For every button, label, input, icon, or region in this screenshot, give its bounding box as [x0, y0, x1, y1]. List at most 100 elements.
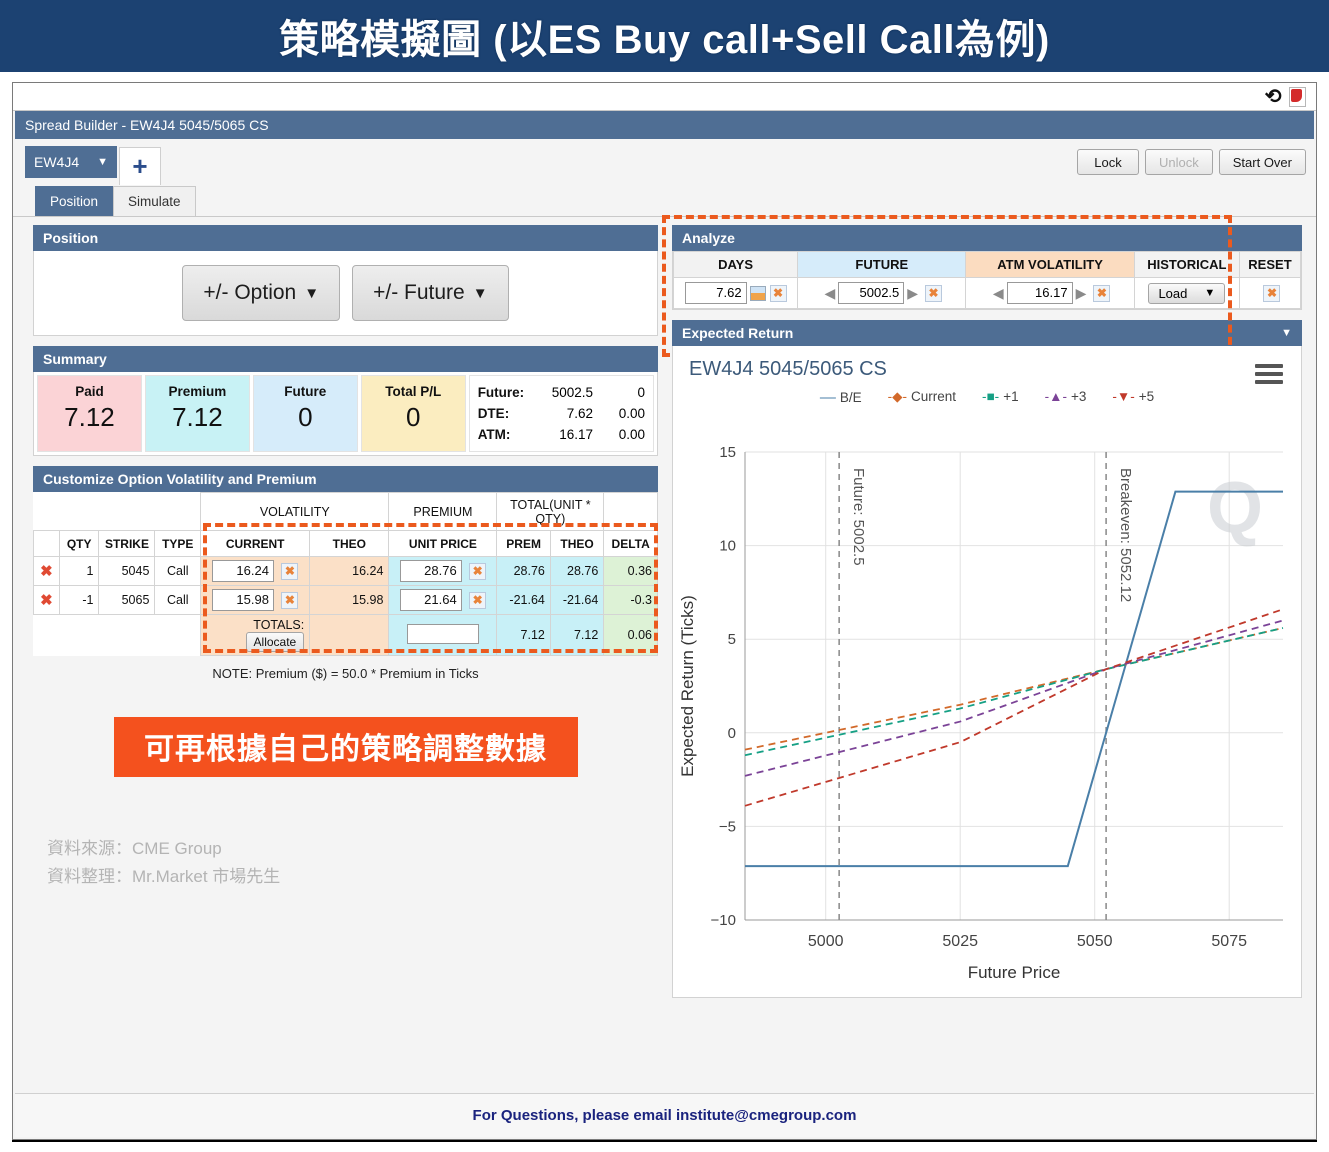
spacer-cell [33, 530, 60, 557]
analyze-reset-cell: ✖ [1238, 277, 1302, 309]
chevron-down-icon[interactable]: ▼ [1281, 327, 1292, 339]
customize-panel: Customize Option Volatility and Premium … [33, 466, 658, 681]
delete-row-button[interactable]: ✖ [33, 585, 60, 615]
position-panel: Position +/- Option ▼ +/- Future ▼ [33, 225, 658, 336]
clear-icon[interactable]: ✖ [925, 285, 943, 303]
position-panel-body: +/- Option ▼ +/- Future ▼ [33, 251, 658, 336]
increment-icon[interactable]: ▶ [1073, 285, 1090, 301]
summary-future-v1: 5002.5 [551, 385, 593, 400]
totals-vol-blank [309, 614, 390, 656]
col-strike: STRIKE [98, 530, 156, 557]
row0-vol-current-input[interactable]: 16.24 [211, 560, 274, 582]
reset-icon[interactable]: ✖ [1263, 284, 1281, 302]
analyze-atm-input[interactable]: 16.17 [1006, 282, 1073, 304]
summary-premium-value: 7.12 [172, 402, 223, 432]
row1-unit-price-input[interactable]: 21.64 [399, 589, 462, 611]
col-total-theo: THEO [549, 530, 605, 557]
row0-vol-current-cell: 16.24 ✖ [200, 556, 311, 586]
clear-icon[interactable]: ✖ [281, 592, 299, 610]
analyze-future-input[interactable]: 5002.5 [838, 282, 905, 304]
row0-unit-price-input[interactable]: 28.76 [399, 560, 462, 582]
window-footer: For Questions, please email institute@cm… [15, 1093, 1314, 1137]
clear-icon[interactable]: ✖ [281, 563, 299, 581]
analyze-panel-body: DAYS FUTURE ATM VOLATILITY HISTORICAL RE… [672, 251, 1302, 310]
summary-panel-body: Paid 7.12 Premium 7.12 Future 0 Total P/… [33, 372, 658, 456]
analyze-col-historical: HISTORICAL [1133, 251, 1240, 278]
analyze-days-cell: 7.62 ✖ [672, 277, 799, 309]
svg-text:Future Price: Future Price [968, 963, 1061, 982]
analyze-col-future: FUTURE [797, 251, 967, 278]
row1-strike: 5065 [98, 585, 156, 615]
legend-item-be[interactable]: — B/E [820, 389, 862, 407]
tab-simulate[interactable]: Simulate [113, 186, 196, 216]
legend-item-plus1[interactable]: -■- +1 [982, 389, 1019, 407]
delete-row-button[interactable]: ✖ [33, 556, 60, 586]
analyze-panel-header: Analyze [672, 225, 1302, 251]
table-row: ✖ -1 5065 Call 15.98 ✖ 15.98 21.64 ✖ -21… [33, 585, 658, 615]
window-title-bar: Spread Builder - EW4J4 5045/5065 CS [15, 111, 1314, 139]
row0-total-theo: 28.76 [549, 556, 605, 586]
add-future-label: +/- Future [373, 281, 465, 304]
row0-type: Call [154, 556, 202, 586]
add-option-label: +/- Option [203, 281, 297, 304]
lock-button[interactable]: Lock [1077, 149, 1139, 175]
summary-metric-row: ATM: 16.17 0.00 [478, 424, 645, 445]
totals-unit-price-cell [388, 614, 498, 656]
tab-position[interactable]: Position [35, 186, 114, 216]
legend-item-current[interactable]: -◆- Current [888, 389, 956, 407]
annotation-caption: 可再根據自己的策略調整數據 [113, 717, 578, 777]
page-banner: 策略模擬圖 (以ES Buy call+Sell Call為例) [0, 0, 1329, 72]
load-historical-button[interactable]: Load ▼ [1148, 282, 1226, 304]
legend-marker-triangle-down: -▼- [1112, 389, 1135, 404]
contract-select[interactable]: EW4J4 ▼ [25, 146, 117, 178]
analyze-days-input[interactable]: 7.62 [684, 282, 747, 304]
svg-text:10: 10 [719, 538, 736, 555]
spacer-cell [33, 492, 60, 531]
credit-source: 資料來源：CME Group [47, 839, 222, 858]
chevron-down-icon: ▼ [1204, 287, 1216, 299]
clear-icon[interactable]: ✖ [769, 285, 787, 303]
decrement-icon[interactable]: ◀ [990, 285, 1007, 301]
clear-icon[interactable]: ✖ [1093, 285, 1111, 303]
allocate-button[interactable]: Allocate [245, 632, 305, 652]
row1-prem: -21.64 [496, 585, 551, 615]
premium-note: NOTE: Premium ($) = 50.0 * Premium in Ti… [212, 666, 479, 681]
expected-return-chart: −10 −5 0 5 10 15 5000 5025 5050 5075 Q Future: 5002… [678, 444, 1284, 982]
table-column-header-row: QTY STRIKE TYPE CURRENT THEO UNIT PRICE … [33, 530, 658, 557]
clear-icon[interactable]: ✖ [469, 592, 487, 610]
legend-marker-square: -■- [982, 389, 1000, 404]
row1-delta: -0.3 [603, 585, 658, 615]
unlock-button[interactable]: Unlock [1145, 149, 1213, 175]
increment-icon[interactable]: ▶ [904, 285, 921, 301]
svg-text:Expected Return (Ticks): Expected Return (Ticks) [678, 595, 697, 777]
clear-icon[interactable]: ✖ [469, 563, 487, 581]
pdf-icon[interactable] [1289, 86, 1306, 107]
summary-metric-row: Future: 5002.5 0 [478, 382, 645, 403]
contract-select-value: EW4J4 [34, 154, 80, 170]
calendar-icon[interactable] [749, 286, 766, 302]
group-header-total: TOTAL(UNIT * QTY) [496, 492, 605, 531]
hamburger-menu-icon[interactable] [1255, 364, 1283, 388]
summary-total-pl-label: Total P/L [385, 384, 442, 399]
analyze-future-cell: ◀ 5002.5 ▶ ✖ [797, 277, 967, 309]
add-future-button[interactable]: +/- Future ▼ [352, 265, 509, 321]
legend-item-plus3[interactable]: -▲- +3 [1045, 389, 1087, 407]
svg-text:15: 15 [719, 444, 736, 461]
row1-vol-current-input[interactable]: 15.98 [211, 589, 274, 611]
credit-editor: 資料整理：Mr.Market 市場先生 [47, 867, 281, 886]
analyze-col-reset: RESET [1238, 251, 1302, 278]
legend-marker-diamond: -◆- [887, 389, 908, 404]
refresh-icon[interactable]: ⟳ [1265, 86, 1282, 108]
chevron-down-icon: ▼ [304, 284, 320, 302]
analyze-col-atm: ATM VOLATILITY [965, 251, 1135, 278]
lock-button-group: Lock Unlock Start Over [1077, 149, 1306, 175]
totals-unit-price-input[interactable] [406, 623, 479, 644]
add-option-button[interactable]: +/- Option ▼ [182, 265, 341, 321]
right-column: Analyze DAYS FUTURE ATM VOLATILITY HISTO… [662, 215, 1302, 998]
legend-item-plus5[interactable]: -▼- +5 [1112, 389, 1154, 407]
left-column: Position +/- Option ▼ +/- Future ▼ Summa [33, 225, 658, 891]
spacer-cell [603, 492, 658, 531]
decrement-icon[interactable]: ◀ [822, 285, 839, 301]
add-contract-button[interactable]: + [119, 147, 161, 185]
start-over-button[interactable]: Start Over [1218, 149, 1306, 175]
